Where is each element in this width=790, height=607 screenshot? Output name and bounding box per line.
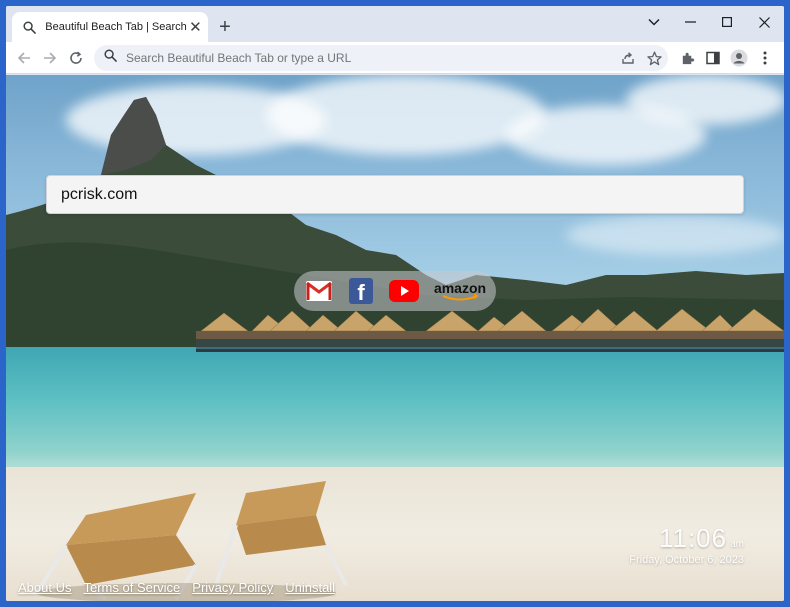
star-icon[interactable] bbox=[644, 48, 664, 68]
facebook-link[interactable]: f bbox=[346, 276, 376, 306]
gmail-icon bbox=[306, 281, 332, 301]
reload-icon[interactable] bbox=[64, 46, 88, 70]
arrow-left-icon[interactable] bbox=[12, 46, 36, 70]
search-icon bbox=[104, 49, 117, 67]
search-icon bbox=[22, 19, 37, 35]
close-tab-icon[interactable]: ✕ bbox=[187, 18, 204, 36]
address-bar[interactable] bbox=[94, 45, 668, 71]
amazon-link[interactable]: amazon bbox=[432, 276, 488, 306]
svg-text:amazon: amazon bbox=[434, 280, 486, 296]
tab-title: Beautiful Beach Tab | Search bbox=[45, 21, 187, 33]
kebab-menu-icon[interactable] bbox=[753, 46, 777, 70]
arrow-right-icon[interactable] bbox=[38, 46, 62, 70]
bungalows bbox=[196, 308, 784, 352]
terms-of-service-link[interactable]: Terms of Service bbox=[83, 580, 180, 595]
tab-active[interactable]: Beautiful Beach Tab | Search ✕ bbox=[12, 12, 208, 42]
clock-ampm: am bbox=[730, 539, 744, 550]
footer-links: About Us Terms of Service Privacy Policy… bbox=[18, 580, 335, 595]
new-tab-button[interactable]: + bbox=[214, 16, 236, 38]
youtube-link[interactable] bbox=[388, 276, 420, 306]
gmail-link[interactable] bbox=[304, 276, 334, 306]
quicklinks-bar: f amazon bbox=[294, 271, 496, 311]
share-icon[interactable] bbox=[618, 48, 638, 68]
amazon-icon: amazon bbox=[434, 280, 486, 301]
sea bbox=[6, 347, 784, 477]
youtube-icon bbox=[389, 280, 419, 302]
minimize-button[interactable] bbox=[676, 10, 704, 34]
close-window-button[interactable] bbox=[750, 10, 778, 34]
profile-icon[interactable] bbox=[727, 46, 751, 70]
maximize-button[interactable] bbox=[713, 10, 741, 34]
page-background: pcrisk.com f amazon 11:06 am Friday, Oct… bbox=[6, 75, 784, 601]
side-panel-icon[interactable] bbox=[701, 46, 725, 70]
address-input[interactable] bbox=[126, 51, 606, 65]
svg-text:f: f bbox=[357, 280, 365, 304]
tab-strip: Beautiful Beach Tab | Search ✕ + bbox=[6, 6, 784, 42]
clock-widget: 11:06 am Friday, October 6, 2023 bbox=[629, 523, 744, 566]
search-input[interactable]: pcrisk.com bbox=[46, 175, 744, 214]
browser-window: Beautiful Beach Tab | Search ✕ + Search … bbox=[6, 6, 784, 601]
privacy-policy-link[interactable]: Privacy Policy bbox=[192, 580, 273, 595]
about-us-link[interactable]: About Us bbox=[18, 580, 71, 595]
browser-toolbar bbox=[6, 42, 784, 74]
tab-search-chevron-icon[interactable] bbox=[640, 10, 668, 34]
uninstall-link[interactable]: Uninstall bbox=[285, 580, 335, 595]
facebook-icon: f bbox=[349, 278, 373, 304]
puzzle-icon[interactable] bbox=[675, 46, 699, 70]
clock-time: 11:06 bbox=[658, 523, 728, 553]
clock-date: Friday, October 6, 2023 bbox=[629, 554, 744, 566]
